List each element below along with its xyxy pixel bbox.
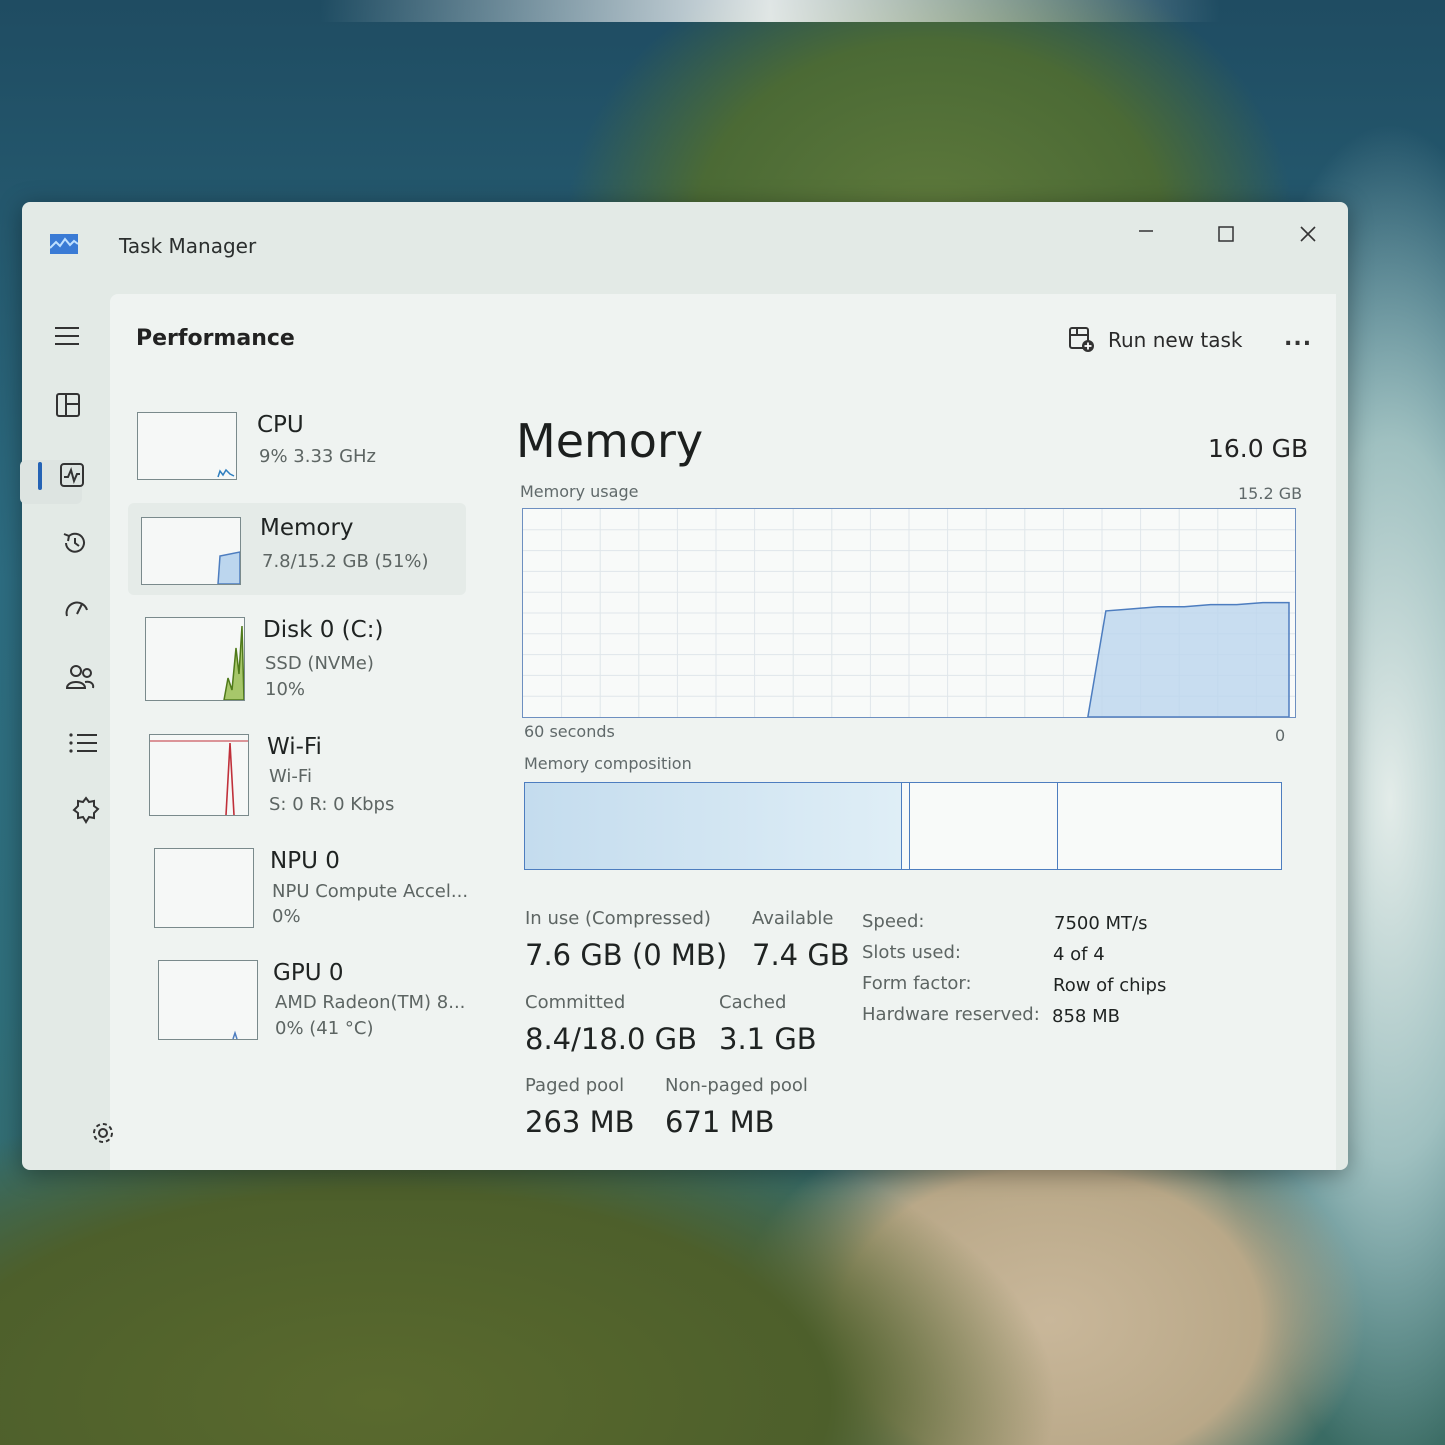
sidebar-item-label: CPU: [257, 412, 304, 438]
memory-composition-bar: [524, 782, 1282, 870]
cpu-thumbnail-graph: [137, 412, 237, 480]
speed-label: Speed:: [862, 911, 925, 932]
gpu-thumbnail-graph: [158, 960, 258, 1040]
nav-active-indicator: [38, 462, 42, 490]
sidebar-item-detail-2: S: 0 R: 0 Kbps: [269, 794, 395, 815]
hardware-reserved-label: Hardware reserved:: [862, 1004, 1040, 1025]
paged-pool-label: Paged pool: [525, 1075, 625, 1096]
maximize-icon: [1218, 226, 1234, 242]
details-icon: [69, 733, 97, 753]
non-paged-pool-label: Non-paged pool: [665, 1075, 808, 1096]
nav-performance[interactable]: [57, 460, 87, 490]
sidebar-item-label: Memory: [260, 515, 354, 541]
wifi-thumbnail-graph: [149, 734, 249, 816]
speed-value: 7500 MT/s: [1054, 913, 1148, 934]
available-value: 7.4 GB: [752, 938, 850, 972]
startup-apps-icon: [65, 601, 88, 617]
minimize-icon: [1139, 230, 1153, 232]
performance-icon: [60, 463, 84, 487]
disk-thumbnail-graph: [145, 617, 245, 701]
run-new-task-label: Run new task: [1108, 328, 1243, 352]
nav-processes[interactable]: [53, 390, 83, 420]
paged-pool-value: 263 MB: [525, 1105, 635, 1139]
hamburger-icon: [55, 327, 79, 345]
graph-axis-left: 60 seconds: [524, 722, 615, 741]
memory-usage-max: 15.2 GB: [1238, 484, 1303, 503]
graph-axis-right: 0: [1275, 726, 1286, 745]
sidebar-item-detail: SSD (NVMe): [265, 653, 374, 674]
form-factor-label: Form factor:: [862, 973, 972, 994]
screen-glare: [320, 0, 1220, 22]
window-title: Task Manager: [119, 234, 257, 258]
in-use-value: 7.6 GB (0 MB): [525, 938, 728, 972]
app-history-icon: [63, 532, 85, 553]
cached-value: 3.1 GB: [719, 1022, 817, 1056]
available-label: Available: [752, 908, 834, 929]
sidebar-item-gpu-0[interactable]: GPU 0 AMD Radeon(TM) 8... 0% (41 °C): [158, 960, 488, 1052]
sidebar-item-label: NPU 0: [270, 848, 340, 874]
run-new-task-icon: [1069, 327, 1094, 352]
run-new-task-button[interactable]: Run new task: [1068, 324, 1243, 356]
composition-standby: [911, 783, 1058, 869]
sidebar-item-detail: AMD Radeon(TM) 8...: [275, 992, 466, 1013]
processes-icon: [56, 393, 80, 417]
composition-modified: [903, 783, 910, 869]
sidebar-item-memory[interactable]: Memory 7.8/15.2 GB (51%): [128, 503, 466, 595]
sidebar-item-cpu[interactable]: CPU 9% 3.33 GHz: [137, 412, 467, 504]
sidebar-item-wifi[interactable]: Wi-Fi Wi-Fi S: 0 R: 0 Kbps: [149, 734, 479, 826]
users-icon: [65, 665, 95, 689]
nav-app-history[interactable]: [60, 528, 90, 558]
page-title: Performance: [136, 326, 295, 351]
sidebar-item-detail: NPU Compute Accel...: [272, 881, 469, 902]
npu-thumbnail-graph: [154, 848, 254, 928]
minimize-button[interactable]: [1116, 214, 1176, 254]
committed-value: 8.4/18.0 GB: [525, 1022, 698, 1056]
settings-icon: [93, 1123, 113, 1143]
close-button[interactable]: [1278, 214, 1338, 254]
cached-label: Cached: [719, 992, 787, 1013]
sidebar-item-detail: 7.8/15.2 GB (51%): [262, 551, 429, 572]
more-options-button[interactable]: ...: [1284, 326, 1312, 351]
memory-usage-graph: [522, 508, 1296, 718]
sidebar-item-npu-0[interactable]: NPU 0 NPU Compute Accel... 0%: [154, 848, 484, 940]
sidebar-item-detail: Wi-Fi: [269, 766, 312, 787]
sidebar-item-label: Wi-Fi: [267, 734, 322, 760]
task-manager-logo-icon: [50, 234, 78, 254]
memory-composition-label: Memory composition: [524, 754, 692, 773]
sidebar-item-detail-2: 0%: [272, 906, 301, 927]
services-icon: [72, 796, 100, 824]
sidebar-item-label: Disk 0 (C:): [263, 617, 384, 643]
sidebar-item-detail-2: 0% (41 °C): [275, 1018, 374, 1039]
hamburger-menu-button[interactable]: [52, 321, 82, 351]
slots-used-label: Slots used:: [862, 942, 961, 963]
hardware-reserved-value: 858 MB: [1052, 1006, 1120, 1027]
nav-settings[interactable]: [88, 1118, 118, 1148]
nav-startup-apps[interactable]: [62, 595, 92, 625]
composition-in-use: [525, 783, 902, 869]
memory-usage-area: [1086, 601, 1290, 718]
memory-usage-label: Memory usage: [520, 482, 639, 501]
nav-users[interactable]: [65, 662, 95, 692]
close-icon: [1300, 226, 1316, 242]
maximize-button[interactable]: [1196, 214, 1256, 254]
sidebar-item-detail-2: 10%: [265, 679, 306, 700]
non-paged-pool-value: 671 MB: [665, 1105, 775, 1139]
memory-usage-plot: [523, 509, 1295, 718]
form-factor-value: Row of chips: [1053, 975, 1167, 996]
sidebar-item-disk-0[interactable]: Disk 0 (C:) SSD (NVMe) 10%: [145, 617, 475, 709]
sidebar-item-detail: 9% 3.33 GHz: [259, 446, 377, 467]
memory-total: 16.0 GB: [1208, 434, 1309, 463]
nav-services[interactable]: [71, 795, 101, 825]
sidebar-item-label: GPU 0: [273, 960, 344, 986]
memory-title: Memory: [516, 414, 704, 468]
slots-used-value: 4 of 4: [1053, 944, 1105, 965]
committed-label: Committed: [525, 992, 626, 1013]
nav-details[interactable]: [68, 728, 98, 758]
in-use-label: In use (Compressed): [525, 908, 711, 929]
memory-thumbnail-graph: [141, 517, 241, 585]
